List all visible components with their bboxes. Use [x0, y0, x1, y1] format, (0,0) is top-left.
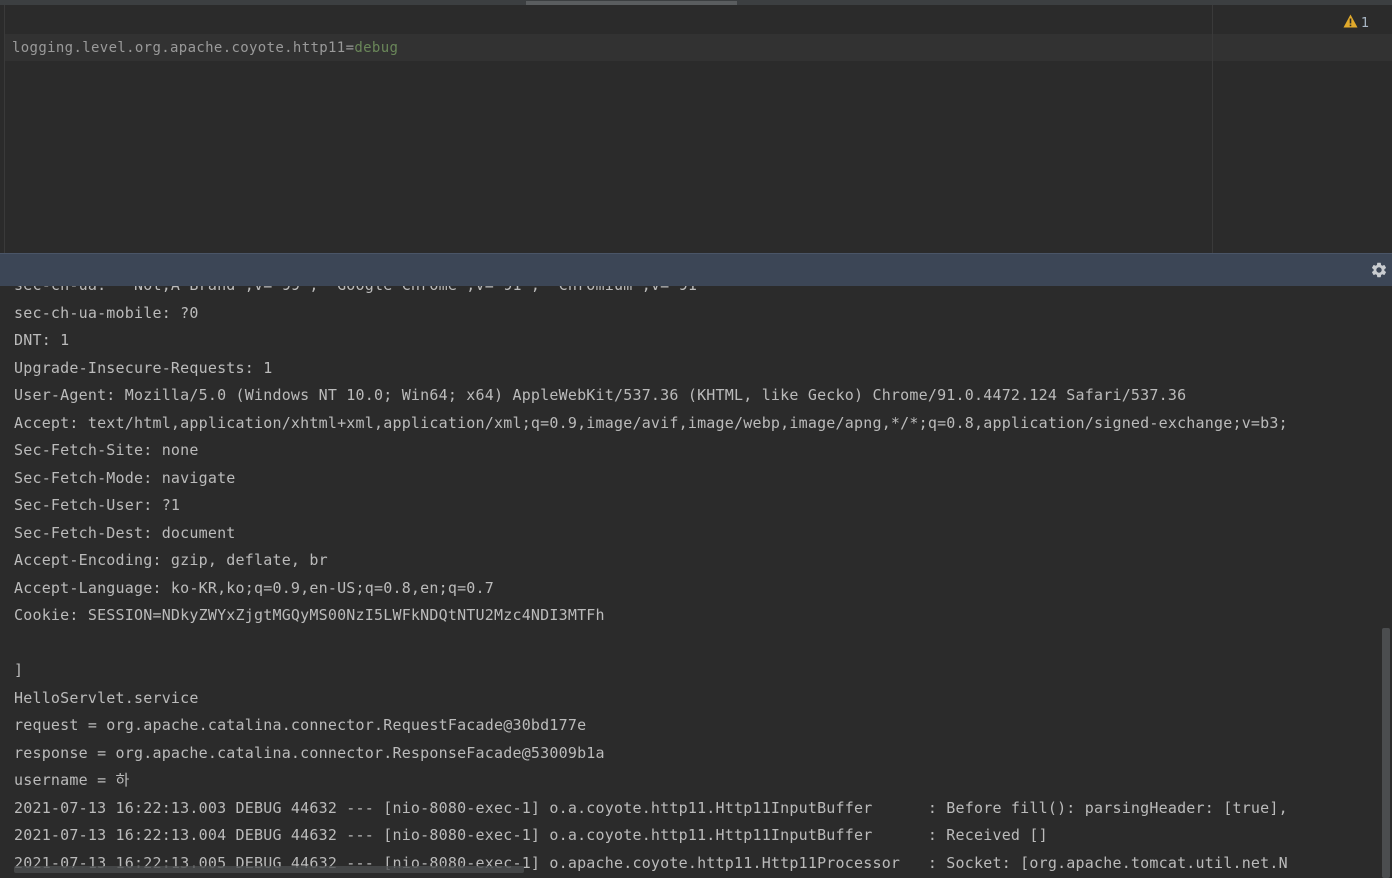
console-line: Cookie: SESSION=NDkyZWYxZjgtMGQyMS00NzI5… [14, 606, 605, 624]
console-horizontal-scrollbar[interactable] [14, 866, 524, 873]
console-line: Sec-Fetch-Dest: document [14, 523, 236, 542]
console-line: Sec-Fetch-Site: none [14, 441, 199, 459]
console-line: Sec-Fetch-Mode: navigate [14, 468, 236, 487]
console-output[interactable]: sec-ch-ua: " Not;A Brand";v="99", "Googl… [0, 286, 1392, 878]
console-line: request = org.apache.catalina.connector.… [14, 716, 587, 734]
console-line: User-Agent: Mozilla/5.0 (Windows NT 10.0… [14, 386, 1187, 404]
console-line: HelloServlet.service [14, 688, 199, 707]
editor-horizontal-scrollbar[interactable] [526, 1, 737, 5]
gear-icon[interactable] [1370, 261, 1390, 281]
warning-icon [1343, 14, 1358, 32]
warning-count: 1 [1361, 15, 1370, 31]
editor-top-strip [0, 0, 1392, 5]
console-line: Sec-Fetch-User: ?1 [14, 496, 181, 514]
inspection-widget[interactable]: 1 [1343, 13, 1369, 33]
run-panel-header [0, 253, 1392, 286]
console-line: Accept-Encoding: gzip, deflate, br [14, 551, 328, 569]
console-line: username = 하 [14, 771, 130, 789]
properties-line[interactable]: logging.level.org.apache.coyote.http11=d… [12, 38, 398, 58]
console-line: sec-ch-ua: " Not;A Brand";v="99", "Googl… [14, 286, 1288, 300]
console-line: response = org.apache.catalina.connector… [14, 743, 605, 762]
console-line: 2021-07-13 16:22:13.003 DEBUG 44632 --- … [14, 798, 1288, 817]
property-key: logging.level.org.apache.coyote.http11 [12, 40, 346, 56]
console-line: DNT: 1 [14, 331, 70, 349]
console-vertical-scrollbar[interactable] [1382, 628, 1390, 878]
console-line: 2021-07-13 16:22:13.004 DEBUG 44632 --- … [14, 826, 1048, 844]
console-line: Upgrade-Insecure-Requests: 1 [14, 358, 273, 377]
right-margin-guide [1212, 5, 1213, 253]
console-lines: sec-ch-ua: " Not;A Brand";v="99", "Googl… [14, 286, 1288, 877]
property-value: debug [354, 40, 399, 56]
console-line: Accept: text/html,application/xhtml+xml,… [14, 413, 1288, 432]
console-line: sec-ch-ua-mobile: ?0 [14, 303, 199, 322]
console-line: Accept-Language: ko-KR,ko;q=0.9,en-US;q=… [14, 578, 494, 597]
console-line: ] [14, 661, 24, 679]
editor-vertical-scrollbar[interactable] [1386, 5, 1392, 253]
editor-pane[interactable]: logging.level.org.apache.coyote.http11=d… [0, 0, 1392, 253]
